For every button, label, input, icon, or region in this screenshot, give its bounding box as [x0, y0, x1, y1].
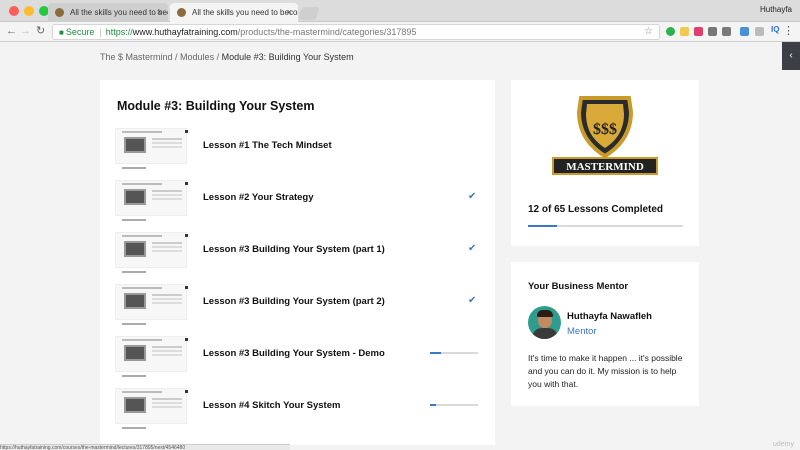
status-bar-url: https://huthayfatraining.com/courses/the…	[0, 444, 290, 450]
site-favicon-icon	[177, 8, 186, 17]
tab-close-icon[interactable]: ×	[157, 3, 162, 22]
breadcrumb-modules-link[interactable]: Modules	[180, 52, 214, 62]
breadcrumb-current: Module #3: Building Your System	[221, 52, 354, 62]
mentor-bio: It's time to make it happen ... it's pos…	[528, 353, 683, 389]
mentor-heading: Your Business Mentor	[528, 281, 629, 292]
address-bar[interactable]: ■ Secure | https://www.huthayfatraining.com…	[52, 24, 660, 40]
lesson-row[interactable]: Lesson #2 Your Strategy ✔	[100, 180, 495, 232]
course-progress-card: $$$ MASTERMIND 12 of 65 Lessons Complete…	[511, 80, 699, 246]
browser-tab[interactable]: All the skills you need to becom ×	[48, 3, 168, 22]
lesson-title[interactable]: Lesson #2 Your Strategy	[203, 192, 314, 203]
browser-titlebar: All the skills you need to becom × All t…	[0, 0, 800, 22]
lesson-row[interactable]: Lesson #3 Building Your System - Demo	[100, 336, 495, 388]
lesson-progress-bar	[430, 404, 478, 406]
new-tab-button[interactable]	[297, 7, 321, 20]
extension-iq-icon[interactable]: IQ	[771, 25, 779, 34]
tab-close-icon[interactable]: ×	[287, 3, 292, 22]
extension-red-icon[interactable]	[694, 27, 703, 36]
lesson-progress-fill	[430, 404, 436, 406]
completed-check-icon: ✔	[468, 191, 477, 202]
mentor-card: Your Business Mentor Huthayfa Nawafleh M…	[511, 262, 699, 406]
logo-text: MASTERMIND	[566, 161, 644, 173]
mastermind-logo: $$$ MASTERMIND	[552, 96, 658, 175]
module-title: Module #3: Building Your System	[117, 99, 315, 113]
back-arrow-icon[interactable]: ←	[6, 25, 17, 38]
lesson-progress-bar	[430, 352, 478, 354]
forward-arrow-icon[interactable]: →	[20, 25, 31, 38]
lesson-row[interactable]: Lesson #3 Building Your System (part 2) ✔	[100, 284, 495, 336]
mentor-role: Mentor	[567, 326, 597, 337]
reload-icon[interactable]: ↻	[36, 25, 45, 38]
minimize-window-button[interactable]	[24, 6, 34, 16]
course-progress-fill	[528, 225, 557, 227]
bookmark-star-icon[interactable]: ☆	[644, 25, 653, 39]
watermark-logo: udemy	[772, 441, 794, 448]
lesson-thumbnail[interactable]	[115, 232, 188, 273]
lessons-completed-label: 12 of 65 Lessons Completed	[528, 204, 664, 215]
tab-label: All the skills you need to becom	[70, 8, 168, 17]
tab-label: All the skills you need to becom	[192, 8, 298, 17]
breadcrumb: The $ Mastermind / Modules / Module #3: …	[100, 52, 354, 62]
lesson-row[interactable]: Lesson #1 The Tech Mindset	[100, 128, 495, 180]
lesson-title[interactable]: Lesson #3 Building Your System (part 2)	[203, 296, 385, 307]
lesson-progress-fill	[430, 352, 441, 354]
extension-gray-icon[interactable]	[708, 27, 717, 36]
module-card: Module #3: Building Your System Lesson #…	[100, 80, 495, 445]
course-progress-bar	[528, 225, 683, 227]
breadcrumb-separator: /	[172, 52, 181, 62]
breadcrumb-course-link[interactable]: The $ Mastermind	[100, 52, 173, 62]
lesson-thumbnail[interactable]	[115, 388, 188, 429]
extension-yellow-icon[interactable]	[680, 27, 689, 36]
lesson-thumbnail[interactable]	[115, 284, 188, 325]
lesson-thumbnail[interactable]	[115, 180, 188, 221]
lesson-row[interactable]: Lesson #4 Skitch Your System	[100, 388, 495, 440]
lesson-title[interactable]: Lesson #4 Skitch Your System	[203, 400, 340, 411]
lock-icon: ■	[59, 28, 64, 37]
lesson-title[interactable]: Lesson #3 Building Your System - Demo	[203, 348, 385, 359]
extension-blue-icon[interactable]	[740, 27, 749, 36]
logo-symbol: $$$	[593, 121, 617, 138]
completed-check-icon: ✔	[468, 295, 477, 306]
mentor-avatar	[528, 306, 561, 339]
site-favicon-icon	[55, 8, 64, 17]
extension-apps-icon[interactable]	[722, 27, 731, 36]
mentor-name: Huthayfa Nawafleh	[567, 311, 652, 322]
lesson-title[interactable]: Lesson #3 Building Your System (part 1)	[203, 244, 385, 255]
lesson-title[interactable]: Lesson #1 The Tech Mindset	[203, 140, 332, 151]
browser-user-name[interactable]: Huthayfa	[760, 5, 792, 14]
extension-light-icon[interactable]	[755, 27, 764, 36]
secure-label: Secure	[65, 27, 95, 37]
lesson-row[interactable]: Lesson #3 Building Your System (part 1) ✔	[100, 232, 495, 284]
close-window-button[interactable]	[9, 6, 19, 16]
completed-check-icon: ✔	[468, 243, 477, 254]
sidebar-toggle-chevron-icon[interactable]: ‹	[782, 42, 800, 70]
breadcrumb-separator: /	[214, 52, 222, 62]
url-scheme: https://	[105, 27, 133, 37]
url-host: www.huthayfatraining.com	[132, 27, 238, 37]
lesson-thumbnail[interactable]	[115, 336, 188, 377]
lesson-thumbnail[interactable]	[115, 128, 188, 169]
browser-toolbar: ← → ↻ ■ Secure | https://www.huthayfatraini…	[0, 22, 800, 42]
browser-menu-icon[interactable]: ⋮	[783, 24, 794, 37]
extension-green-icon[interactable]	[666, 27, 675, 36]
browser-tab-active[interactable]: All the skills you need to becom ×	[170, 3, 298, 22]
url-path: /products/the-mastermind/categories/3178…	[237, 27, 417, 37]
